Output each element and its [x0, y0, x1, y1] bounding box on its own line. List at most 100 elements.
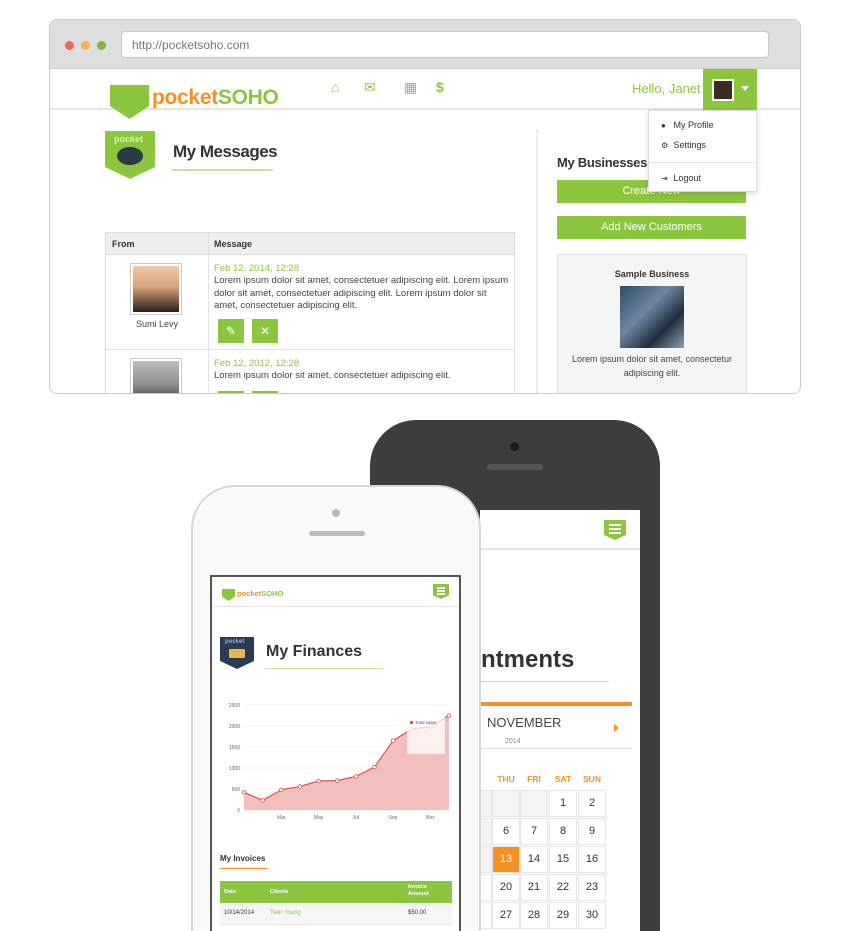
message-date: Feb 12, 2012, 12:28: [214, 358, 300, 369]
site-logo[interactable]: pocketSOHO: [237, 589, 283, 598]
title-underline: [480, 681, 609, 682]
calendar-day: [480, 846, 492, 873]
legend-box: [407, 712, 445, 754]
business-name: Sample Business: [614, 269, 690, 279]
calendar-day[interactable]: 7: [520, 818, 548, 845]
home-icon[interactable]: ⌂: [331, 79, 339, 95]
calendar-weekday-label: SAT: [554, 774, 572, 784]
table-row[interactable]: 10/14/2014 Twin Young $50.00: [220, 903, 452, 925]
calendar-day[interactable]: 9: [578, 818, 606, 845]
calendar-day[interactable]: 9: [480, 874, 492, 901]
sender-photo: [130, 358, 182, 393]
next-month-icon[interactable]: [614, 724, 619, 732]
data-point: [353, 774, 359, 779]
user-menu-button[interactable]: [703, 69, 757, 110]
calendar-day[interactable]: 20: [492, 874, 520, 901]
business-description: Lorem ipsum dolor sit amet, consectetur …: [571, 354, 733, 378]
message-text: Lorem ipsum dolor sit amet, consectetuer…: [214, 370, 451, 381]
user-greeting: Hello, Janet: [632, 81, 701, 96]
legend-label: Total sales: [415, 720, 437, 725]
calendar-day[interactable]: 23: [578, 874, 606, 901]
logo-shield-icon: [222, 589, 235, 601]
data-point: [372, 764, 377, 770]
calendar-day[interactable]: 1: [549, 790, 577, 817]
minimize-window-icon[interactable]: [81, 41, 90, 50]
dollar-icon[interactable]: $: [436, 79, 444, 95]
calendar-weekday-label: SUN: [583, 774, 601, 784]
address-bar[interactable]: http://pocketsoho.com: [121, 31, 769, 58]
data-point: [316, 778, 321, 784]
menu-item-logout[interactable]: ⇥ Logout: [661, 173, 701, 183]
finances-screen: pocketSOHO pocket My Finances 0 500 1000 15…: [210, 575, 461, 931]
close-icon: ✕: [259, 324, 271, 338]
table-row[interactable]: Sumi Levy Feb 12, 2014, 12:28 Lorem ipsu…: [106, 255, 514, 350]
site-logo[interactable]: pocketSOHO: [152, 86, 279, 110]
calendar-day[interactable]: 6: [492, 818, 520, 845]
mobile-header: pocketSOHO: [212, 577, 459, 607]
calendar-day[interactable]: 16: [578, 846, 606, 873]
menu-icon[interactable]: [433, 584, 449, 599]
calendar-day[interactable]: 14: [520, 846, 548, 873]
messages-table: From Message Sumi Levy Feb 12, 2014, 12:…: [105, 232, 515, 393]
sign-out-icon: ⇥: [661, 174, 668, 183]
invoices-underline: [220, 868, 268, 869]
calendar-day[interactable]: 28: [520, 902, 548, 929]
calendar-day[interactable]: 21: [520, 874, 548, 901]
calendar-year: 2014: [505, 738, 521, 745]
delete-button[interactable]: [252, 391, 278, 393]
y-tick-label: 1000: [229, 766, 240, 772]
edit-button[interactable]: [218, 391, 244, 393]
page-title: My Messages: [173, 142, 278, 161]
calendar-day: [492, 790, 520, 817]
data-point: [390, 738, 396, 743]
table-row[interactable]: Feb 12, 2012, 12:28 Lorem ipsum dolor si…: [106, 350, 514, 393]
maximize-window-icon[interactable]: [97, 41, 106, 50]
message-text: Lorem ipsum dolor sit amet, consectetuer…: [214, 275, 509, 311]
avatar: [712, 79, 734, 101]
calendar-day: [520, 790, 548, 817]
menu-icon[interactable]: [604, 520, 626, 540]
column-header-message: Message: [214, 239, 253, 249]
calendar-day[interactable]: 2: [578, 790, 606, 817]
logo-shield-icon: [110, 85, 149, 119]
delete-button[interactable]: ✕: [252, 319, 278, 343]
menu-item-my-profile[interactable]: ● My Profile: [661, 120, 714, 130]
phone-camera: [510, 442, 519, 451]
calendar-day[interactable]: 27: [492, 902, 520, 929]
divider: [480, 748, 632, 749]
invoice-client[interactable]: Twin Young: [270, 910, 301, 916]
sender-name: Sumi Levy: [135, 319, 179, 329]
column-header-amount: Invoice Amount: [408, 884, 429, 897]
calendar-day[interactable]: 29: [549, 902, 577, 929]
logo-soho-text: SOHO: [217, 86, 279, 109]
calendar-day-today[interactable]: 13: [492, 846, 520, 873]
mobile-header: [480, 510, 640, 550]
column-header-date: Date: [224, 889, 236, 895]
business-card[interactable]: Sample Business Lorem ipsum dolor sit am…: [557, 254, 747, 393]
x-tick-label: May: [314, 815, 324, 821]
column-header-from: From: [112, 239, 135, 249]
browser-window: http://pocketsoho.com pocketSOHO ⌂ ✉ ▦ $…: [49, 19, 801, 394]
sender-photo: [130, 263, 182, 315]
calendar-day[interactable]: 30: [578, 902, 606, 929]
calendar-icon[interactable]: ▦: [404, 79, 417, 96]
add-customers-button[interactable]: Add New Customers: [557, 216, 746, 239]
y-tick-label: 0: [237, 808, 240, 814]
top-navbar: pocketSOHO ⌂ ✉ ▦ $ Hello, Janet: [50, 69, 800, 119]
calendar-day[interactable]: 22: [549, 874, 577, 901]
data-point: [241, 790, 247, 795]
chat-bubbles-icon: [117, 147, 143, 165]
close-window-icon[interactable]: [65, 41, 74, 50]
calendar-month: NOVEMBER: [487, 715, 562, 730]
title-underline: [172, 169, 273, 171]
calendar-day[interactable]: 15: [549, 846, 577, 873]
data-point: [334, 778, 340, 783]
calendar-day[interactable]: 8: [549, 818, 577, 845]
envelope-icon[interactable]: ✉: [364, 79, 376, 96]
edit-button[interactable]: ✎: [218, 319, 244, 343]
pencil-icon: ✎: [225, 324, 237, 338]
logo-pocket-text: pocket: [152, 86, 218, 109]
menu-item-settings[interactable]: ⚙ Settings: [661, 140, 706, 150]
calendar-day[interactable]: 6: [480, 902, 492, 929]
message-date: Feb 12, 2014, 12:28: [214, 263, 300, 274]
